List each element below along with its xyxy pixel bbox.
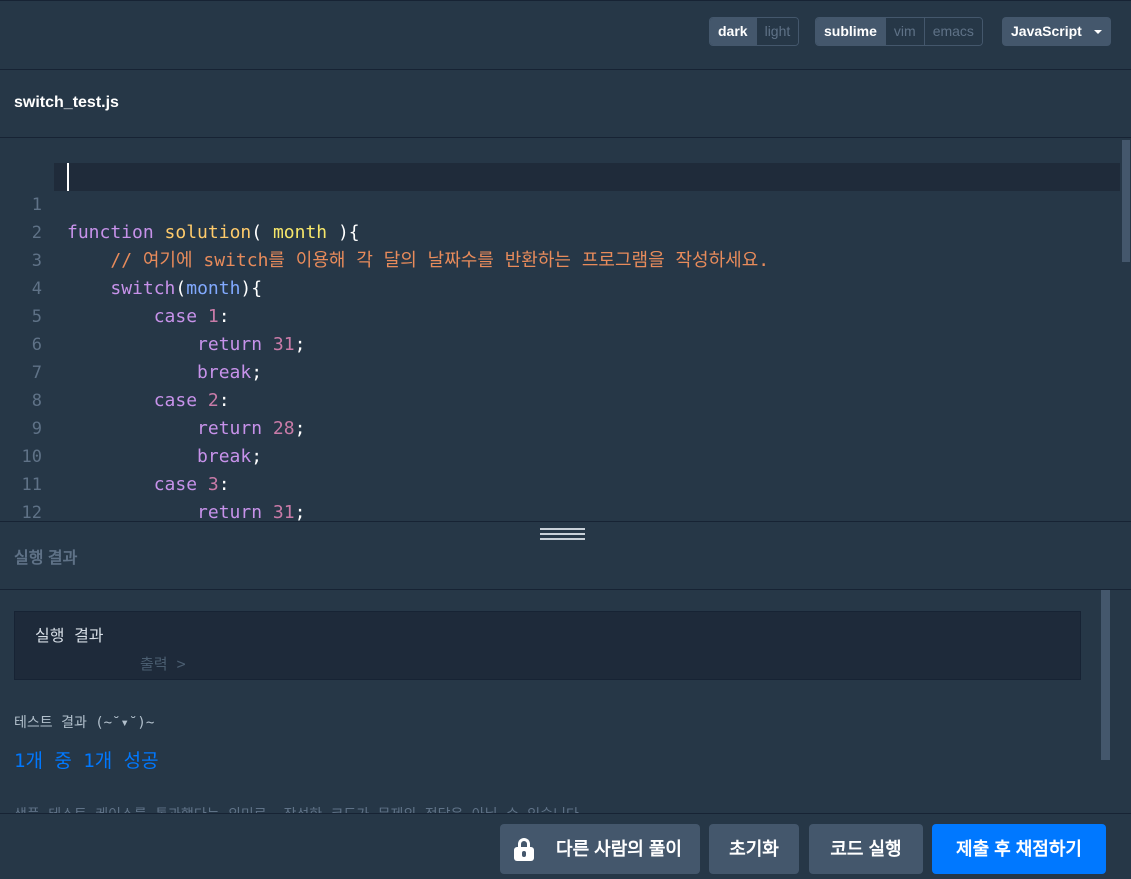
code-line: 13 case 4: — [0, 499, 1120, 522]
keymap-vim-button[interactable]: vim — [884, 18, 924, 45]
output-label: 출력 > — [140, 655, 186, 673]
action-footer: 다른 사람의 풀이 초기화 코드 실행 제출 후 채점하기 — [0, 813, 1131, 879]
code-line: 6 break; — [0, 303, 1120, 383]
code-line: 4 case 1: — [0, 247, 1120, 327]
code-line: 1 function solution( month ){ — [0, 163, 1120, 243]
code-line: 8 return 28; — [0, 359, 1120, 439]
code-line: 3 switch(month){ — [0, 219, 1120, 299]
result-panel: 실행 결과 출력 > 테스트 결과 (~˘▾˘)~ 1개 중 1개 성공 샘플 … — [0, 590, 1131, 813]
reset-button[interactable]: 초기화 — [709, 824, 799, 874]
code-line: 7 case 2: — [0, 331, 1120, 411]
test-result-note: 샘플 테스트 케이스를 통과했다는 의미로, 작성한 코드가 문제의 정답은 아… — [14, 804, 587, 813]
keymap-toggle: sublime vim emacs — [815, 17, 983, 46]
code-line: 11 return 31; — [0, 443, 1120, 522]
output-box-title: 실행 결과 — [35, 626, 104, 645]
others-solution-label: 다른 사람의 풀이 — [556, 839, 682, 859]
code-line: 2 // 여기에 switch를 이용해 각 달의 날짜수를 반환하는 프로그램… — [0, 191, 1120, 271]
code-line: 10 case 3: — [0, 415, 1120, 495]
lock-icon — [514, 838, 534, 861]
language-select-label: JavaScript — [1011, 23, 1082, 39]
code-editor[interactable]: 1 function solution( month ){ 2 // 여기에 s… — [0, 138, 1131, 522]
file-name: switch_test.js — [14, 94, 119, 111]
output-box: 실행 결과 출력 > — [14, 611, 1081, 680]
result-scrollbar[interactable] — [1101, 590, 1110, 760]
reset-label: 초기화 — [729, 839, 779, 859]
submit-label: 제출 후 채점하기 — [956, 839, 1082, 859]
others-solution-button[interactable]: 다른 사람의 풀이 — [500, 824, 700, 874]
code-line: 9 break; — [0, 387, 1120, 467]
caret-down-icon — [1094, 30, 1102, 34]
editor-scrollbar-thumb[interactable] — [1122, 140, 1130, 262]
editor-toolbar: dark light sublime vim emacs JavaScript — [0, 0, 1131, 70]
text-cursor — [67, 163, 69, 191]
test-result-title: 테스트 결과 (~˘▾˘)~ — [14, 715, 155, 731]
result-header: 실행 결과 — [0, 522, 1131, 590]
theme-dark-button[interactable]: dark — [710, 18, 756, 45]
test-result-score: 1개 중 1개 성공 — [14, 750, 159, 772]
theme-toggle: dark light — [709, 17, 800, 46]
run-code-label: 코드 실행 — [830, 839, 902, 859]
run-code-button[interactable]: 코드 실행 — [809, 824, 923, 874]
result-header-title: 실행 결과 — [14, 550, 78, 567]
code-line: 5 return 31; — [0, 275, 1120, 355]
submit-button[interactable]: 제출 후 채점하기 — [932, 824, 1106, 874]
file-tab-bar: switch_test.js — [0, 70, 1131, 138]
theme-light-button[interactable]: light — [755, 18, 799, 45]
language-select[interactable]: JavaScript — [1002, 17, 1111, 46]
code-line: 12 break; — [0, 471, 1120, 522]
keymap-sublime-button[interactable]: sublime — [816, 18, 885, 45]
keymap-emacs-button[interactable]: emacs — [923, 18, 982, 45]
